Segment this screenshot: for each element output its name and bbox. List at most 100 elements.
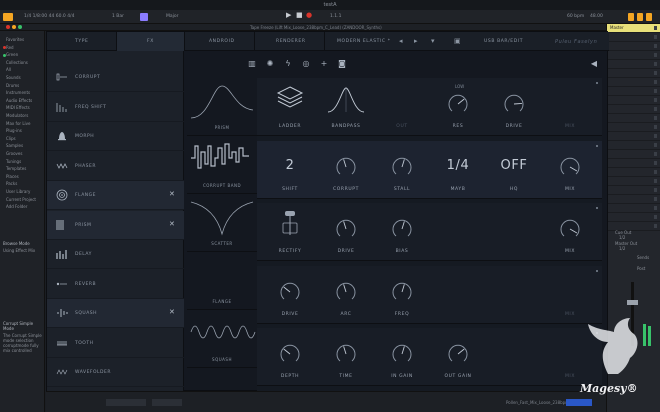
knob-icon[interactable] — [390, 217, 414, 241]
track-row[interactable] — [607, 114, 660, 123]
preset-name[interactable]: MODERN ELASTIC * — [337, 39, 391, 44]
bottom-field[interactable] — [152, 399, 182, 406]
close-dot-icon[interactable] — [6, 25, 10, 29]
knob-icon[interactable] — [502, 92, 526, 116]
knob-icon[interactable] — [558, 155, 582, 179]
tab-android[interactable]: ANDROID — [185, 32, 255, 51]
param-out[interactable]: OUT — [373, 78, 431, 136]
browser-item[interactable]: Audio Effects — [6, 98, 32, 103]
tab-type[interactable]: TYPE — [47, 32, 117, 51]
track-row[interactable] — [607, 132, 660, 141]
browser-item[interactable]: Max for Live — [6, 121, 30, 126]
track-activator[interactable] — [654, 125, 657, 129]
camera-icon[interactable]: ◙ — [337, 59, 347, 69]
record-icon[interactable]: ● — [306, 11, 312, 19]
browser-item[interactable]: Drums — [6, 83, 19, 88]
fx-item-tooth[interactable]: TOOTH — [47, 329, 184, 358]
track-row[interactable] — [607, 150, 660, 159]
param-drive[interactable]: DRIVE — [485, 78, 543, 136]
param-value[interactable]: 2 — [261, 158, 319, 173]
track-row[interactable] — [607, 141, 660, 150]
browser-item[interactable]: Places — [6, 174, 19, 179]
browser-item[interactable]: Packs — [6, 181, 17, 186]
quantize-value[interactable]: 1 Bar — [112, 14, 124, 19]
track-row[interactable] — [607, 78, 660, 87]
param-mayb[interactable]: 1/4 MAYB — [429, 141, 487, 199]
minimize-dot-icon[interactable] — [12, 25, 16, 29]
param-hq[interactable]: OFF HQ — [485, 141, 543, 199]
fx-item-phaser[interactable]: PHASER — [47, 152, 184, 181]
knob-icon[interactable] — [390, 280, 414, 304]
fx-item-freq-shift[interactable]: FREQ SHIFT — [47, 93, 184, 122]
preset-menu-icon[interactable]: ▾ — [431, 37, 435, 45]
fx-item-prism[interactable]: PRISM ✕ — [47, 210, 184, 240]
track-activator[interactable] — [654, 215, 657, 219]
track-activator[interactable] — [654, 179, 657, 183]
bottom-field[interactable] — [106, 399, 146, 406]
track-row[interactable] — [607, 177, 660, 186]
track-row[interactable] — [607, 168, 660, 177]
browser-item[interactable]: Templates — [6, 166, 26, 171]
browser-item[interactable]: Sounds — [6, 75, 21, 80]
param-drive[interactable]: DRIVE — [317, 203, 375, 261]
param-drive[interactable]: DRIVE — [261, 266, 319, 324]
track-row[interactable] — [607, 159, 660, 168]
tab-fx[interactable]: FX — [117, 32, 185, 51]
track-activator[interactable] — [654, 80, 657, 84]
param-bandpass[interactable]: BANDPASS — [317, 78, 375, 136]
remove-fx-icon[interactable]: ✕ — [169, 220, 175, 228]
stop-icon[interactable]: ■ — [296, 11, 303, 19]
track-row[interactable] — [607, 87, 660, 96]
panel-menu-icon[interactable] — [596, 269, 598, 272]
fx-item-corrupt[interactable]: CORRUPT — [47, 63, 184, 92]
track-activator[interactable] — [654, 197, 657, 201]
knob-icon[interactable] — [334, 342, 358, 366]
panel-menu-icon[interactable] — [596, 82, 598, 84]
param-bias[interactable]: BIAS — [373, 203, 431, 261]
thumb-prism[interactable]: PRISM — [187, 78, 257, 136]
browser-item[interactable]: Green — [6, 52, 18, 57]
track-row[interactable] — [607, 96, 660, 105]
track-activator[interactable] — [654, 62, 657, 66]
track-activator[interactable] — [654, 116, 657, 120]
fx-item-reverb[interactable]: REVERB — [47, 270, 184, 299]
param-freq[interactable]: FREQ — [373, 266, 431, 324]
track-activator[interactable] — [654, 89, 657, 93]
panel-menu-icon[interactable] — [596, 144, 598, 147]
fx-item-squash[interactable]: SQUASH ✕ — [47, 299, 184, 328]
browser-item[interactable]: MIDI Effects — [6, 105, 30, 110]
browser-item[interactable]: Red — [6, 45, 14, 50]
position-readout[interactable]: 1.1.1 — [330, 14, 341, 19]
browser-item[interactable]: User Library — [6, 189, 30, 194]
knob-icon[interactable] — [390, 342, 414, 366]
track-activator[interactable] — [654, 188, 657, 192]
volume-fader-handle[interactable] — [627, 300, 638, 305]
waveform-icon[interactable]: ▥ — [247, 59, 257, 69]
track-activator[interactable] — [654, 161, 657, 165]
knob-icon[interactable] — [334, 155, 358, 179]
param-mix[interactable]: MIX — [541, 78, 599, 136]
param-stall[interactable]: STALL — [373, 141, 431, 199]
preset-next-icon[interactable]: ▸ — [414, 37, 418, 45]
browser-item[interactable]: Modulators — [6, 113, 28, 118]
param-time[interactable]: TIME — [317, 328, 375, 386]
browser-item[interactable]: Grooves — [6, 151, 22, 156]
track-row[interactable] — [607, 42, 660, 51]
play-icon[interactable]: ▶ — [286, 11, 291, 19]
knob-icon[interactable] — [278, 342, 302, 366]
cue-out-value[interactable]: 1/2 — [619, 235, 625, 240]
track-row[interactable] — [607, 51, 660, 60]
target-icon[interactable]: ◎ — [301, 59, 311, 69]
track-row[interactable] — [607, 195, 660, 204]
zoom-dot-icon[interactable] — [18, 25, 22, 29]
remove-fx-icon[interactable]: ✕ — [169, 190, 175, 198]
track-activator[interactable] — [654, 53, 657, 57]
knob-icon[interactable] — [278, 280, 302, 304]
param-shift[interactable]: 2 SHIFT — [261, 141, 319, 199]
track-activator[interactable] — [654, 134, 657, 138]
browser-item[interactable]: Current Project — [6, 197, 36, 202]
speaker-icon[interactable]: ◀ — [589, 59, 599, 69]
tab-renderer[interactable]: RENDERER — [255, 32, 325, 51]
track-activator[interactable] — [654, 170, 657, 174]
scale-mode[interactable]: Major — [166, 14, 179, 19]
